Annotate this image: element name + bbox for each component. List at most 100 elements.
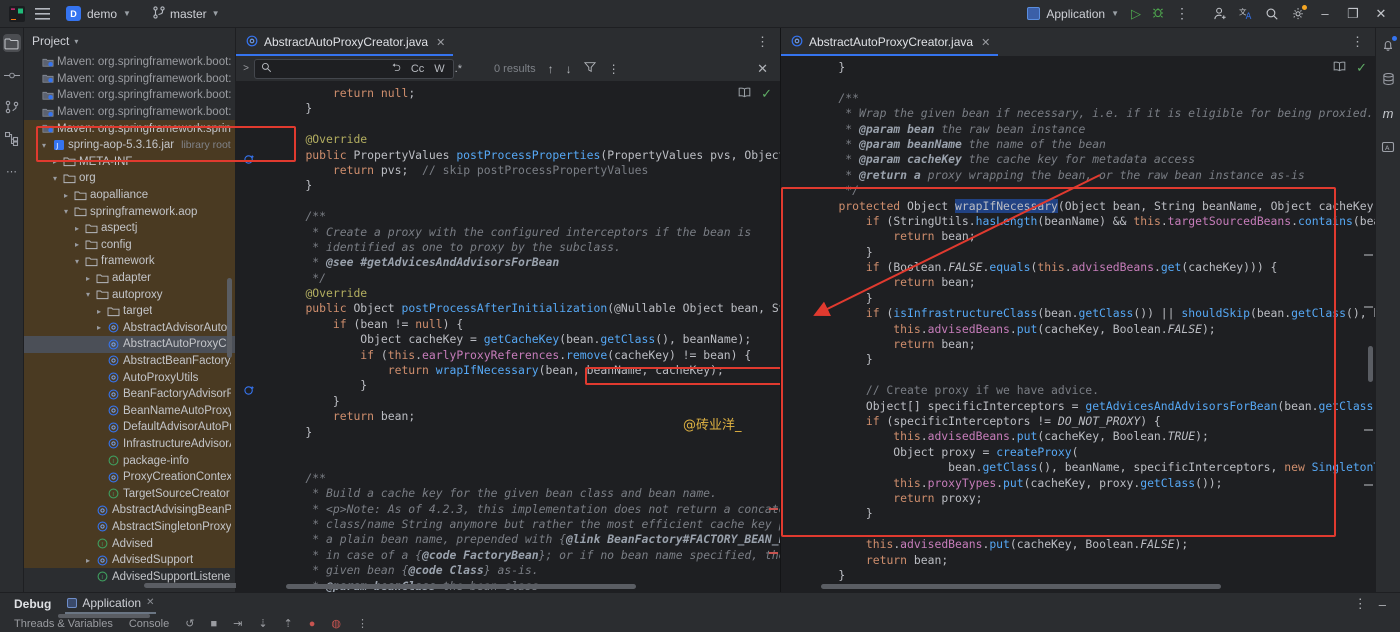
database-icon[interactable] [1379,70,1397,88]
tab-abstractautoproxycreator-right[interactable]: AbstractAutoProxyCreator.java ✕ [781,28,999,56]
inspection-ok-icon[interactable]: ✓ [1356,60,1367,76]
tree-node[interactable]: AbstractAutoProxyCreator [24,336,235,353]
words-toggle[interactable]: W [434,63,444,75]
run-configuration-selector[interactable]: Application ▼ [1020,5,1126,23]
override-gutter-icon[interactable] [244,385,256,397]
tab-abstractautoproxycreator-left[interactable]: AbstractAutoProxyCreator.java ✕ [236,28,454,56]
tree-node[interactable]: ▾ Jspring-aop-5.3.16.jar library root [24,136,235,154]
chevron-right-icon[interactable]: ▸ [72,224,82,233]
chevron-right-icon[interactable]: ▸ [94,307,104,316]
tree-node[interactable]: ▸ META-INF [24,153,235,171]
right-editor-vscrollbar[interactable] [1368,346,1373,382]
minimize-button[interactable]: – [1312,3,1338,25]
tree-node[interactable]: Maven: org.springframework.boot:spring-b… [24,71,235,88]
debug-view-breakpoints-icon[interactable]: ◍ [331,617,341,630]
chevron-right-icon[interactable]: ▸ [50,157,60,166]
chevron-down-icon[interactable]: ▾ [39,141,49,150]
reader-mode-icon[interactable] [738,87,751,101]
left-code-text[interactable]: return null; } @Override public Property… [278,82,780,592]
pull-request-icon[interactable] [3,98,21,116]
tree-node[interactable]: Ipackage-info [24,452,235,469]
filter-icon[interactable] [583,61,596,76]
right-gutter[interactable] [781,56,811,592]
tree-node[interactable]: Maven: org.springframework.boot:spring-b… [24,54,235,71]
chevron-right-icon[interactable]: ▸ [83,274,93,283]
maximize-button[interactable]: ❐ [1340,3,1366,25]
reader-mode-icon[interactable] [1333,61,1346,75]
tree-node[interactable]: ▾ autoproxy [24,286,235,303]
chevron-down-icon[interactable]: ▾ [83,290,93,299]
tree-node[interactable]: BeanNameAutoProxyCreator [24,402,235,420]
tree-node[interactable]: InfrastructureAdvisorAutoPro [24,435,235,453]
right-code-text[interactable]: } /** * Wrap the given bean if necessary… [811,56,1375,592]
tree-node[interactable]: AbstractBeanFactoryAwareAd [24,352,235,370]
find-close-icon[interactable]: ✕ [757,61,780,77]
tree-node[interactable]: I Advised [24,535,235,552]
notifications-icon[interactable] [1379,36,1397,54]
tree-node[interactable]: I TargetSourceCreator [24,485,235,503]
debug-subtab-console[interactable]: Console [129,618,169,630]
find-more-icon[interactable]: ⋮ [608,62,620,76]
tree-node[interactable]: DefaultAdvisorAutoProxyCrea [24,419,235,436]
structure-icon[interactable] [3,130,21,148]
chevron-down-icon[interactable]: ▾ [50,174,60,183]
tree-node[interactable]: ▸ target [24,302,235,320]
debug-session-close-icon[interactable]: ✕ [146,597,154,608]
debug-more-icon[interactable]: ⋮ [1354,596,1367,612]
debug-subtab-threads[interactable]: Threads & Variables [14,618,113,630]
left-editor-hscrollbar[interactable] [286,584,636,589]
tree-node[interactable]: ▾ springframework.aop [24,203,235,220]
left-gutter[interactable] [236,82,278,592]
more-actions-icon[interactable]: ⋮ [1170,3,1194,25]
commit-icon[interactable] [3,66,21,84]
project-tree-vscrollbar[interactable] [227,278,232,358]
tree-node[interactable]: ▾ framework [24,253,235,270]
tree-node[interactable]: ▸ config [24,236,235,254]
inspection-ok-icon[interactable]: ✓ [761,86,772,102]
tree-node[interactable]: AbstractAdvisingBeanPostProce [24,502,235,519]
tree-node[interactable]: Maven: org.springframework.boot:spring-b… [24,104,235,121]
debug-minimize-icon[interactable]: – [1379,597,1386,612]
left-code-area[interactable]: return null; } @Override public Property… [236,82,780,592]
regex-toggle[interactable]: .* [455,63,462,75]
add-account-icon[interactable] [1208,3,1232,25]
find-prev-icon[interactable]: ↑ [548,62,554,76]
debug-session-tab[interactable]: Application ✕ [65,596,157,614]
ai-assistant-icon[interactable]: A [1379,138,1397,156]
chevron-right-icon[interactable]: ▸ [94,323,104,332]
debug-step-into-icon[interactable]: ⇣ [258,617,267,630]
tree-node[interactable]: ▾ org [24,170,235,187]
override-gutter-icon[interactable] [244,154,256,166]
left-tab-options-icon[interactable]: ⋮ [746,28,780,56]
project-folder-icon[interactable] [2,34,21,52]
debug-stop-icon[interactable]: ■ [210,618,217,630]
find-expand-icon[interactable]: > [238,63,254,74]
right-tab-options-icon[interactable]: ⋮ [1341,28,1375,56]
project-tree[interactable]: Maven: org.springframework.boot:spring-b… [24,54,235,592]
debug-scrollbar[interactable] [58,614,150,618]
tree-node[interactable]: Maven: org.springframework:spring-aop:5.… [24,120,235,137]
debug-step-over-icon[interactable]: ⇥ [233,617,242,630]
search-icon[interactable] [1260,3,1284,25]
translate-icon[interactable]: 文A [1234,3,1258,25]
debug-step-out-icon[interactable]: ⇡ [284,617,293,630]
gear-icon[interactable] [1286,3,1310,25]
maven-icon[interactable]: m [1379,104,1397,122]
run-button[interactable]: ▷ [1126,6,1146,22]
debug-restart-icon[interactable]: ↺ [185,617,194,630]
more-dots-icon[interactable]: ⋯ [3,162,21,180]
tree-node[interactable]: ▸ AdvisedSupport [24,551,235,569]
chevron-down-icon[interactable]: ▾ [72,257,82,266]
project-panel-header[interactable]: Project ▾ [24,28,235,54]
tree-node[interactable]: BeanFactoryAdvisorRetrievalH [24,385,235,403]
regex-history-icon[interactable]: ⮌ [392,59,401,78]
tree-node[interactable]: Maven: org.springframework.boot:spring-b… [24,87,235,104]
hamburger-menu-icon[interactable] [30,3,54,25]
close-window-button[interactable]: ✕ [1368,3,1394,25]
branch-selector[interactable]: master ▼ [147,4,226,24]
chevron-down-icon[interactable]: ▾ [61,207,71,216]
tree-node[interactable]: ▸ adapter [24,269,235,287]
tree-node[interactable]: ▸ aopalliance [24,186,235,204]
match-case-toggle[interactable]: Cc [411,63,424,75]
find-next-icon[interactable]: ↓ [566,62,572,76]
